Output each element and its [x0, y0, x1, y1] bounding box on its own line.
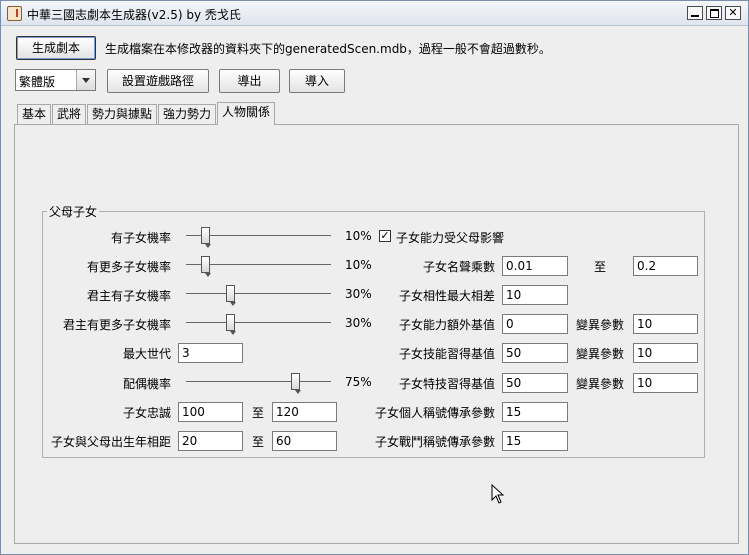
skill-base-field[interactable]: 50 [502, 343, 568, 363]
tab-forces-bases[interactable]: 勢力與據點 [87, 104, 157, 124]
ability-affected-checkbox[interactable]: ✓ [379, 230, 391, 242]
birth-gap-to-label: 至 [252, 435, 265, 449]
more-child-prob-label: 有更多子女機率 [86, 260, 171, 274]
fame-multiplier-from-field[interactable]: 0.01 [502, 256, 568, 276]
birth-gap-to-field[interactable]: 60 [272, 431, 337, 451]
slider-thumb[interactable] [225, 285, 236, 306]
tab-strong-forces[interactable]: 強力勢力 [158, 104, 216, 124]
ability-variation-label: 變異參數 [576, 318, 625, 332]
slider-thumb[interactable] [200, 256, 211, 277]
export-button[interactable]: 導出 [219, 69, 280, 93]
chevron-down-icon[interactable] [76, 70, 95, 90]
max-affinity-diff-label: 子女相性最大相差 [398, 289, 495, 303]
ability-affected-label: 子女能力受父母影響 [396, 231, 505, 245]
loyalty-label: 子女忠誠 [122, 406, 171, 420]
birth-gap-from-field[interactable]: 20 [178, 431, 243, 451]
skill-variation-label: 變異參數 [576, 347, 625, 361]
max-generation-label: 最大世代 [122, 347, 171, 361]
language-select[interactable]: 繁體版 [15, 69, 96, 91]
java-app-icon [7, 6, 22, 21]
spouse-prob-label: 配偶機率 [122, 377, 171, 391]
max-generation-field[interactable]: 3 [178, 343, 243, 363]
fame-multiplier-to-label: 至 [594, 260, 607, 274]
spouse-prob-slider[interactable] [186, 371, 331, 394]
fame-multiplier-to-field[interactable]: 0.2 [633, 256, 698, 276]
loyalty-to-field[interactable]: 120 [272, 402, 337, 422]
minimize-button[interactable] [687, 6, 703, 20]
info-text: 生成檔案在本修改器的資料夾下的generatedScen.mdb，過程一般不會超… [105, 42, 551, 56]
battle-title-param-label: 子女戰鬥稱號傳承參數 [374, 435, 495, 449]
slider-thumb[interactable] [200, 227, 211, 248]
maximize-button[interactable] [706, 6, 722, 20]
trait-base-field[interactable]: 50 [502, 373, 568, 393]
max-affinity-diff-field[interactable]: 10 [502, 285, 568, 305]
set-game-path-button[interactable]: 設置遊戲路徑 [107, 69, 209, 93]
language-select-value: 繁體版 [19, 75, 56, 89]
group-title: 父母子女 [47, 203, 100, 220]
ruler-child-prob-slider[interactable] [186, 283, 331, 306]
generate-scenario-button[interactable]: 生成劇本 [16, 36, 96, 60]
loyalty-to-label: 至 [252, 406, 265, 420]
close-button[interactable]: ✕ [725, 6, 741, 20]
trait-variation-label: 變異參數 [576, 377, 625, 391]
fame-multiplier-label: 子女名聲乘數 [422, 260, 495, 274]
spouse-prob-value: 75% [345, 375, 372, 389]
slider-thumb[interactable] [290, 373, 301, 394]
tab-relationships[interactable]: 人物關係 [217, 102, 275, 125]
window-title: 中華三國志劇本生成器(v2.5) by 禿戈氏 [27, 8, 241, 22]
trait-variation-field[interactable]: 10 [633, 373, 698, 393]
slider-thumb[interactable] [225, 314, 236, 335]
child-prob-label: 有子女機率 [110, 231, 171, 245]
ability-variation-field[interactable]: 10 [633, 314, 698, 334]
ruler-more-child-prob-slider[interactable] [186, 312, 331, 335]
ruler-more-child-prob-value: 30% [345, 316, 372, 330]
birth-gap-label: 子女與父母出生年相距 [50, 435, 171, 449]
tab-generals[interactable]: 武將 [52, 104, 86, 124]
child-prob-value: 10% [345, 229, 372, 243]
child-prob-slider[interactable] [186, 225, 331, 248]
ability-base-field[interactable]: 0 [502, 314, 568, 334]
battle-title-param-field[interactable]: 15 [502, 431, 568, 451]
title-bar[interactable]: 中華三國志劇本生成器(v2.5) by 禿戈氏 ✕ [1, 1, 748, 26]
more-child-prob-slider[interactable] [186, 254, 331, 277]
ability-base-label: 子女能力額外基值 [398, 318, 495, 332]
ruler-more-child-prob-label: 君主有更多子女機率 [62, 318, 171, 332]
more-child-prob-value: 10% [345, 258, 372, 272]
mouse-cursor-icon [491, 484, 505, 504]
skill-base-label: 子女技能習得基值 [398, 347, 495, 361]
tab-basic[interactable]: 基本 [17, 104, 51, 124]
loyalty-from-field[interactable]: 100 [178, 402, 243, 422]
main-window: 中華三國志劇本生成器(v2.5) by 禿戈氏 ✕ 生成劇本 生成檔案在本修改器… [0, 0, 749, 555]
ruler-child-prob-value: 30% [345, 287, 372, 301]
personal-title-param-field[interactable]: 15 [502, 402, 568, 422]
import-button[interactable]: 導入 [289, 69, 345, 93]
ruler-child-prob-label: 君主有子女機率 [86, 289, 171, 303]
trait-base-label: 子女特技習得基值 [398, 377, 495, 391]
skill-variation-field[interactable]: 10 [633, 343, 698, 363]
personal-title-param-label: 子女個人稱號傳承參數 [374, 406, 495, 420]
